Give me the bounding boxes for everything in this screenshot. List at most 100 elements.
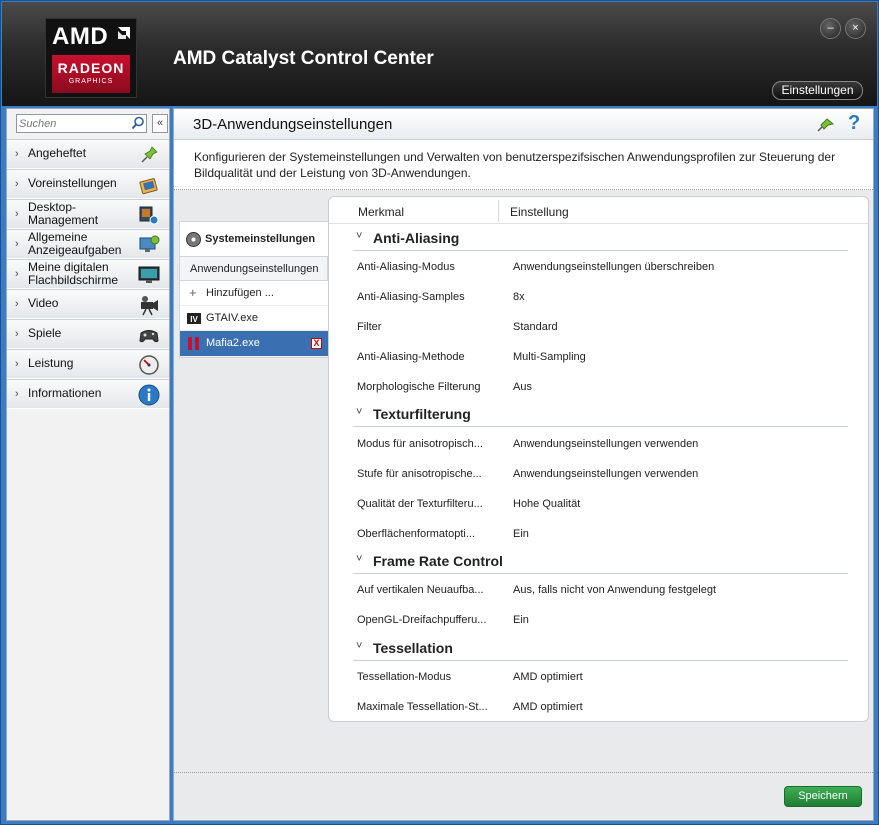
search-icon[interactable] (131, 116, 145, 130)
table-row[interactable]: Anti-Aliasing-Methode Multi-Sampling (329, 342, 868, 372)
chevron-down-icon: ˅ (356, 230, 363, 242)
table-row[interactable]: Anti-Aliasing-Modus Anwendungseinstellun… (329, 252, 868, 282)
save-button[interactable]: Speichern (784, 786, 862, 807)
radeon-badge: RADEON GRAPHICS (52, 55, 130, 93)
table-row[interactable]: Stufe für anisotropische... Anwendungsei… (329, 459, 868, 489)
group-texturfilterung[interactable]: ˅ Texturfilterung (353, 401, 848, 427)
profile-tabs: Systemeinstellungen Anwendungseinstellun… (179, 221, 328, 358)
table-row[interactable]: Modus für anisotropisch... Anwendungsein… (329, 429, 868, 459)
column-divider[interactable] (498, 200, 499, 222)
row-setting: Multi-Sampling (513, 351, 586, 363)
add-application-button[interactable]: + Hinzufügen ... (180, 281, 328, 306)
sidebar-item-allgemeine-anzeigeaufgaben[interactable]: › Allgemeine Anzeigeaufgaben (7, 229, 169, 259)
table-row[interactable]: Filter Standard (329, 312, 868, 342)
row-setting: Aus (513, 381, 532, 393)
group-tessellation[interactable]: ˅ Tessellation (353, 635, 848, 661)
mafia2-icon (188, 337, 199, 350)
app-profile-label: Mafia2.exe (206, 337, 260, 349)
chevron-right-icon: › (15, 358, 19, 370)
chevron-down-icon: ˅ (356, 406, 363, 418)
minimize-button[interactable]: – (820, 18, 841, 39)
group-frame-rate-control[interactable]: ˅ Frame Rate Control (353, 548, 848, 574)
sidebar: « › Angeheftet › Voreinstellungen › (6, 108, 170, 821)
table-row[interactable]: Morphologische Filterung Aus (329, 372, 868, 402)
table-row[interactable]: Oberflächenformatopti... Ein (329, 519, 868, 549)
gtaiv-icon: IV (187, 313, 201, 324)
column-header-setting: Einstellung (510, 205, 569, 219)
table-row[interactable]: Maximale Tessellation-St... AMD optimier… (329, 692, 868, 722)
cd-icon (186, 232, 201, 247)
sidebar-item-desktop-management[interactable]: › Desktop- Management (7, 199, 169, 229)
chevron-right-icon: › (15, 298, 19, 310)
tab-application-label: Anwendungseinstellungen (190, 263, 319, 275)
sidebar-item-leistung[interactable]: › Leistung (7, 349, 169, 379)
help-icon[interactable]: ? (848, 112, 860, 135)
row-feature: Stufe für anisotropische... (357, 468, 482, 480)
close-button[interactable]: × (845, 18, 866, 39)
table-header: Merkmal Einstellung (329, 197, 868, 224)
row-setting: Anwendungseinstellungen verwenden (513, 438, 699, 450)
tab-system-settings[interactable]: Systemeinstellungen (179, 221, 328, 257)
row-setting: AMD optimiert (513, 701, 583, 713)
row-setting: 8x (513, 291, 525, 303)
sidebar-item-spiele[interactable]: › Spiele (7, 319, 169, 349)
chevron-right-icon: › (15, 148, 19, 160)
chevron-right-icon: › (15, 388, 19, 400)
sidebar-item-informationen[interactable]: › Informationen (7, 379, 169, 409)
sidebar-item-label: Informationen (28, 386, 102, 400)
sidebar-item-voreinstellungen[interactable]: › Voreinstellungen (7, 169, 169, 199)
row-feature: Tessellation-Modus (357, 671, 452, 683)
settings-button[interactable]: Einstellungen (772, 81, 863, 100)
chevron-right-icon: › (15, 328, 19, 340)
info-icon (138, 384, 160, 406)
pin-icon (141, 146, 158, 163)
row-setting: Anwendungseinstellungen überschreiben (513, 261, 715, 273)
column-header-feature: Merkmal (358, 205, 405, 219)
gauge-icon (139, 355, 159, 375)
video-camera-icon (141, 296, 158, 316)
sidebar-item-flachbildschirme[interactable]: › Meine digitalen Flachbildschirme (7, 259, 169, 289)
sidebar-item-label: Leistung (28, 356, 74, 370)
app-window: AMD RADEON GRAPHICS AMD Catalyst Control… (0, 0, 879, 825)
content-area: Systemeinstellungen Anwendungseinstellun… (174, 190, 873, 773)
group-title: Frame Rate Control (373, 553, 503, 569)
group-anti-aliasing[interactable]: ˅ Anti-Aliasing (353, 225, 848, 251)
nav-list: › Angeheftet › Voreinstellungen › Deskto… (7, 139, 169, 409)
row-setting: Ein (513, 614, 529, 626)
table-row[interactable]: OpenGL-Dreifachpufferu... Ein (329, 605, 868, 635)
flat-panel-icon (138, 266, 160, 283)
table-row[interactable]: Tessellation-Modus AMD optimiert (329, 662, 868, 692)
row-setting: Hohe Qualität (513, 498, 581, 510)
row-feature: Filter (357, 321, 382, 333)
delete-profile-icon[interactable]: X (311, 338, 322, 349)
group-title: Anti-Aliasing (373, 230, 460, 246)
sidebar-item-angeheftet[interactable]: › Angeheftet (7, 139, 169, 169)
sidebar-item-label: Allgemeine Anzeigeaufgaben (28, 230, 122, 257)
table-row[interactable]: Qualität der Texturfilteru... Hohe Quali… (329, 489, 868, 519)
sidebar-item-label: Video (28, 296, 59, 310)
plus-icon: + (189, 285, 197, 300)
svg-text:IV: IV (190, 315, 198, 324)
app-profile-mafia2[interactable]: Mafia2.exe X (180, 331, 328, 357)
pin-page-icon[interactable] (817, 116, 835, 132)
group-title: Texturfilterung (373, 406, 471, 422)
tab-application-settings[interactable]: Anwendungseinstellungen (179, 257, 328, 281)
sidebar-item-label: Desktop- Management (28, 200, 99, 227)
display-tasks-icon (139, 235, 160, 252)
row-feature: Auf vertikalen Neuaufba... (357, 584, 484, 596)
amd-radeon-logo: AMD RADEON GRAPHICS (45, 18, 137, 98)
page-description: Konfigurieren der Systemeinstellungen un… (174, 140, 873, 190)
sidebar-item-video[interactable]: › Video (7, 289, 169, 319)
sidebar-item-label: Meine digitalen Flachbildschirme (28, 260, 119, 287)
row-feature: Qualität der Texturfilteru... (357, 498, 483, 510)
app-profile-gtaiv[interactable]: IV GTAIV.exe (180, 306, 328, 331)
radeon-text: RADEON (57, 60, 125, 76)
group-title: Tessellation (373, 640, 453, 656)
search-box (16, 114, 147, 133)
collapse-sidebar-button[interactable]: « (152, 114, 168, 133)
table-row[interactable]: Auf vertikalen Neuaufba... Aus, falls ni… (329, 575, 868, 605)
search-input[interactable] (19, 116, 127, 131)
row-setting: Standard (513, 321, 558, 333)
table-row[interactable]: Anti-Aliasing-Samples 8x (329, 282, 868, 312)
amd-arrow-icon (118, 27, 130, 39)
